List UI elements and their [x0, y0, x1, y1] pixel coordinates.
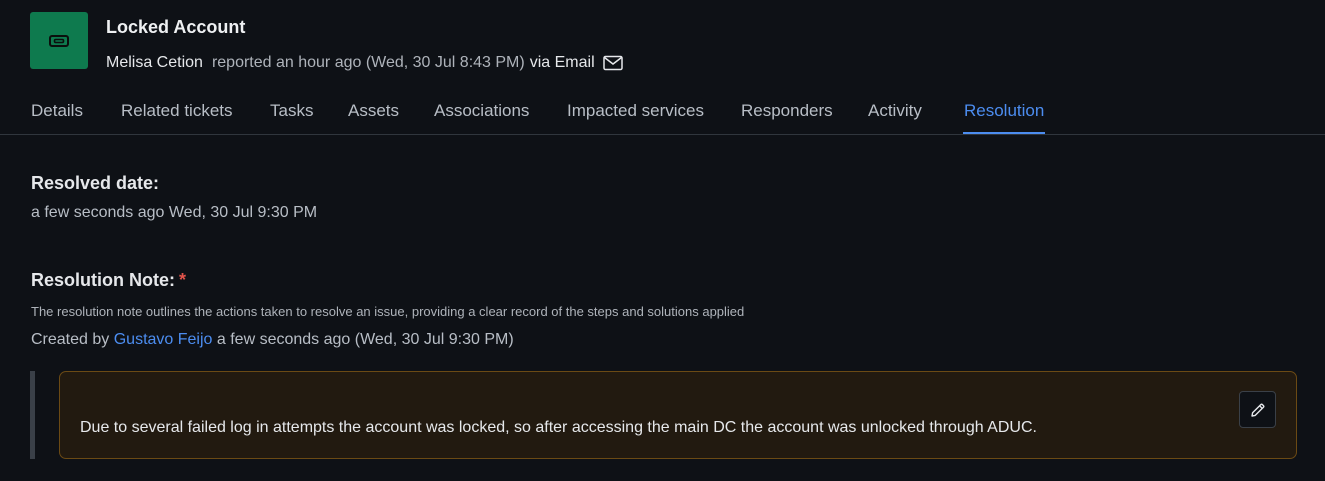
resolution-note-text: Due to several failed log in attempts th… [80, 419, 1037, 436]
reported-time: reported an hour ago (Wed, 30 Jul 8:43 P… [211, 54, 525, 71]
ticket-title: Locked Account [106, 17, 246, 37]
created-by-user-link[interactable]: Gustavo Feijo [114, 331, 213, 348]
tab-resolution[interactable]: Resolution [963, 101, 1046, 134]
resolution-note-label: Resolution Note: [31, 270, 175, 290]
created-by-time: a few seconds ago (Wed, 30 Jul 9:30 PM) [216, 331, 514, 348]
tab-activity[interactable]: Activity [868, 101, 922, 134]
tab-details[interactable]: Details [31, 101, 83, 134]
quote-bar [30, 371, 35, 459]
reported-channel: via Email [529, 54, 595, 71]
ticket-page: Locked Account Melisa Cetion reported an… [0, 0, 1325, 481]
tab-associations[interactable]: Associations [434, 101, 529, 134]
ticket-tabs: Details Related tickets Tasks Assets Ass… [0, 88, 1325, 135]
created-by-line: Created by Gustavo Feijo a few seconds a… [31, 331, 514, 349]
created-by-prefix: Created by [31, 331, 110, 348]
tab-impacted-services[interactable]: Impacted services [567, 101, 704, 134]
tab-assets[interactable]: Assets [348, 101, 399, 134]
reporter-name[interactable]: Melisa Cetion [106, 53, 203, 73]
edit-note-button[interactable] [1239, 391, 1276, 428]
ticket-header: Locked Account Melisa Cetion reported an… [30, 12, 623, 72]
resolution-note-heading: Resolution Note: * [31, 270, 186, 291]
pencil-icon [1250, 403, 1264, 417]
ticket-meta: Melisa Cetion reported an hour ago (Wed,… [106, 53, 623, 73]
tab-tasks[interactable]: Tasks [270, 101, 313, 134]
tab-responders[interactable]: Responders [741, 101, 833, 134]
tab-related-tickets[interactable]: Related tickets [121, 101, 233, 134]
resolved-date-value: a few seconds ago Wed, 30 Jul 9:30 PM [31, 204, 318, 221]
ticket-icon [49, 34, 69, 47]
email-icon [602, 55, 623, 71]
required-marker: * [179, 270, 187, 290]
ticket-avatar [30, 12, 88, 69]
header-text: Locked Account Melisa Cetion reported an… [106, 12, 623, 73]
resolution-note-help: The resolution note outlines the actions… [31, 304, 745, 319]
resolution-note-box: Due to several failed log in attempts th… [59, 371, 1297, 459]
resolved-date-label: Resolved date: [31, 173, 160, 193]
